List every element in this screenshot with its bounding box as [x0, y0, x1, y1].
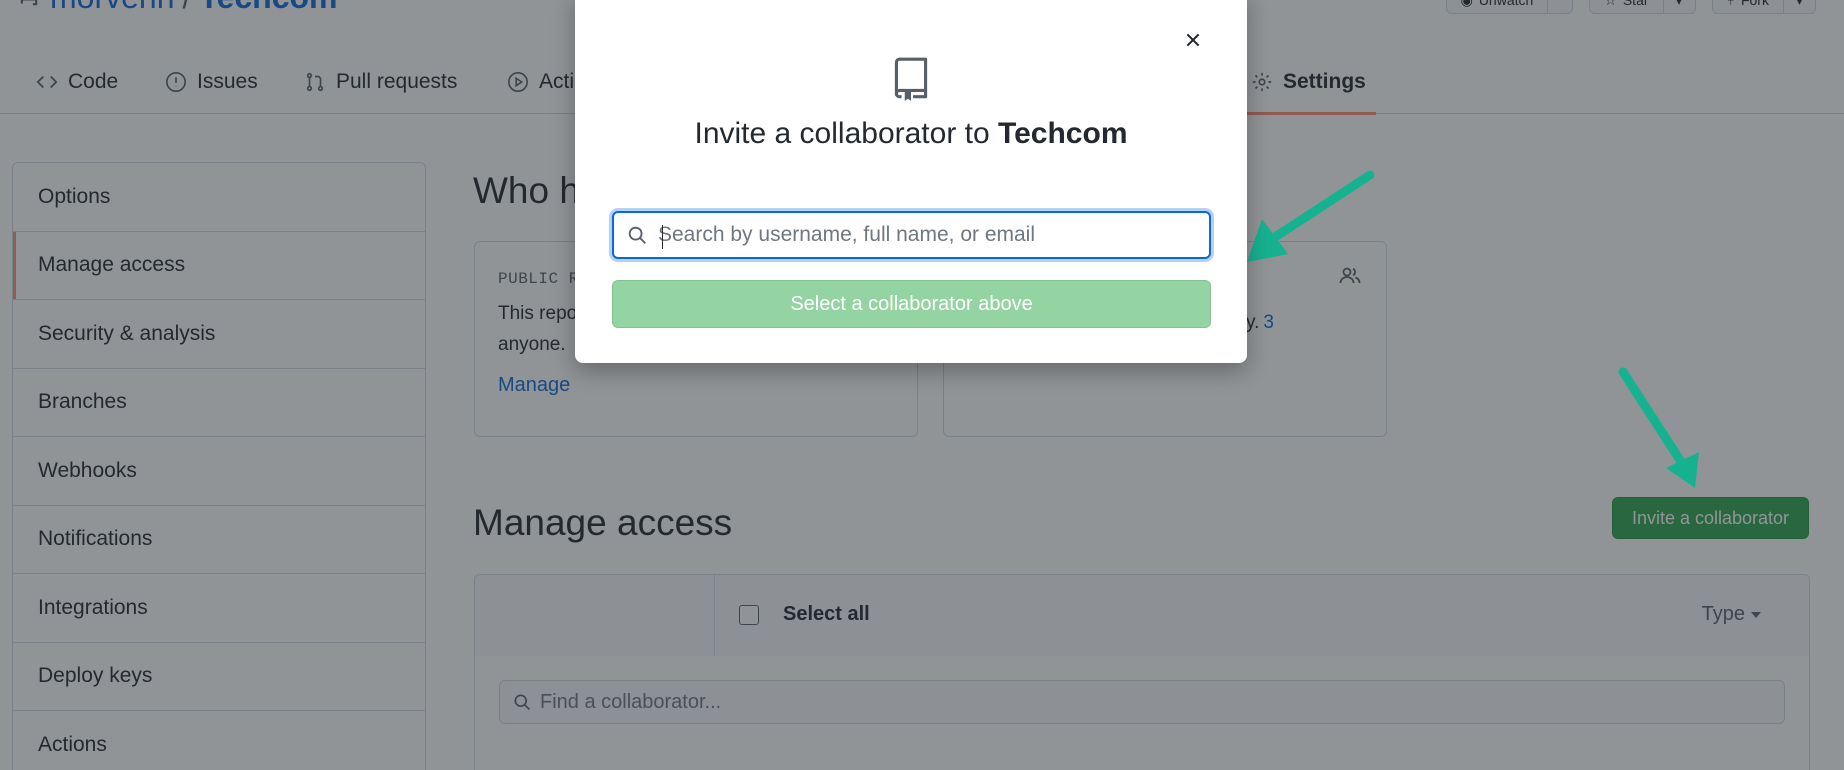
select-collaborator-button[interactable]: Select a collaborator above	[612, 280, 1211, 328]
dialog-title: Invite a collaborator to Techcom	[694, 117, 1128, 150]
dialog-repo-name: Techcom	[998, 117, 1128, 150]
text-cursor	[662, 225, 663, 249]
collaborator-search-field[interactable]	[612, 211, 1211, 259]
repo-book-icon	[894, 57, 928, 101]
invite-collaborator-dialog: Invite a collaborator to Techcom Select …	[575, 0, 1247, 363]
github-settings-page: morvenn / Techcom ◉Unwatch ☆Star▾ ⑂Fork▾…	[0, 0, 1844, 770]
collaborator-search-input[interactable]	[658, 223, 1198, 247]
close-icon	[1186, 33, 1200, 47]
search-icon	[628, 226, 646, 244]
close-dialog-button[interactable]	[1181, 28, 1205, 52]
